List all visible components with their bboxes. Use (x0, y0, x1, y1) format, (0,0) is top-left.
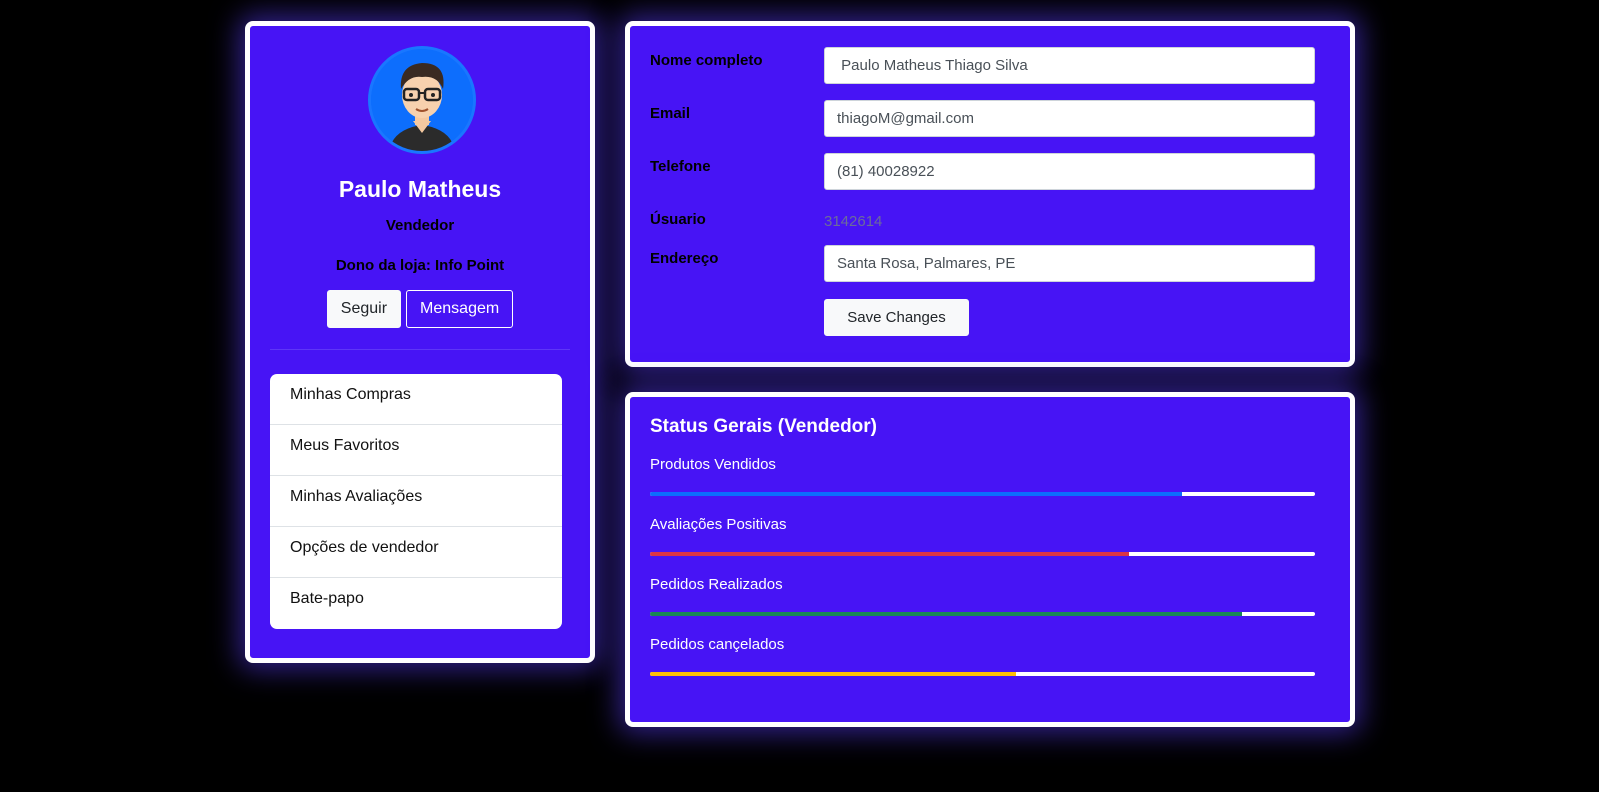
profile-card: Paulo Matheus Vendedor Dono da loja: Inf… (245, 21, 595, 663)
menu-item-avaliacoes[interactable]: Minhas Avaliações (270, 476, 562, 527)
address-input[interactable] (824, 245, 1315, 282)
menu-item-opcoes-vendedor[interactable]: Opções de vendedor (270, 527, 562, 578)
details-card: Nome completo Email Telefone Úsuario 314… (625, 21, 1355, 367)
stat-label-produtos: Produtos Vendidos (650, 456, 776, 473)
profile-menu: Minhas Compras Meus Favoritos Minhas Ava… (270, 374, 562, 629)
save-changes-button[interactable]: Save Changes (824, 299, 969, 336)
stats-title: Status Gerais (Vendedor) (650, 416, 878, 437)
avatar (368, 46, 476, 154)
progress-bar-avaliacoes (650, 552, 1315, 556)
menu-item-compras[interactable]: Minhas Compras (270, 374, 562, 425)
avatar-illustration-icon (371, 49, 473, 151)
progress-bar-produtos (650, 492, 1315, 496)
address-label: Endereço (650, 250, 719, 267)
menu-item-bate-papo[interactable]: Bate-papo (270, 578, 562, 629)
email-label: Email (650, 105, 691, 122)
message-button[interactable]: Mensagem (406, 290, 514, 328)
progress-fill-produtos (650, 492, 1182, 496)
phone-label: Telefone (650, 158, 711, 175)
profile-actions: Seguir Mensagem (250, 290, 590, 328)
stat-label-pedidos: Pedidos Realizados (650, 576, 783, 593)
progress-bar-pedidos (650, 612, 1315, 616)
progress-bar-cancelados (650, 672, 1315, 676)
profile-store: Dono da loja: Info Point (335, 257, 505, 274)
full-name-input[interactable] (824, 47, 1315, 84)
stats-card: Status Gerais (Vendedor) Produtos Vendid… (625, 392, 1355, 727)
stat-label-avaliacoes: Avaliações Positivas (650, 516, 787, 533)
profile-name: Paulo Matheus (338, 176, 502, 202)
follow-button[interactable]: Seguir (326, 290, 402, 328)
progress-fill-pedidos (650, 612, 1242, 616)
divider (270, 349, 570, 350)
user-value: 3142614 (824, 213, 883, 230)
full-name-label: Nome completo (650, 52, 763, 69)
user-label: Úsuario (650, 211, 706, 228)
stat-label-cancelados: Pedidos cançelados (650, 636, 785, 653)
progress-fill-avaliacoes (650, 552, 1129, 556)
menu-item-favoritos[interactable]: Meus Favoritos (270, 425, 562, 476)
profile-role: Vendedor (385, 217, 455, 234)
email-input[interactable] (824, 100, 1315, 137)
phone-input[interactable] (824, 153, 1315, 190)
progress-fill-cancelados (650, 672, 1016, 676)
